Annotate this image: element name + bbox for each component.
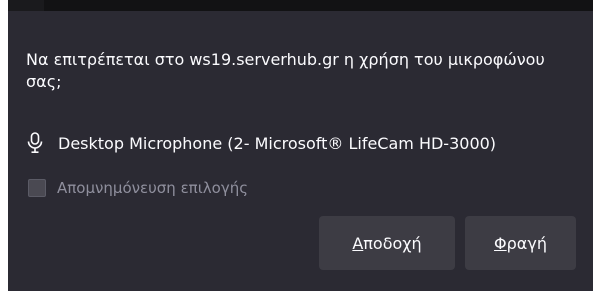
microphone-icon	[26, 132, 44, 154]
browser-toolbar-edge	[8, 0, 593, 11]
microphone-device-label: Desktop Microphone (2- Microsoft® LifeCa…	[58, 133, 497, 153]
allow-label-rest: ποδοχή	[363, 233, 422, 253]
block-label-rest: ραγή	[506, 233, 547, 253]
remember-decision-row[interactable]: Απομνημόνευση επιλογής	[28, 176, 248, 200]
toolbar-left-segment	[8, 0, 44, 11]
allow-button-label: Αποδοχή	[352, 234, 421, 253]
allow-access-key: Α	[352, 233, 364, 253]
permission-prompt-text: Να επιτρέπεται στο ws19.serverhub.gr η χ…	[26, 50, 545, 91]
block-button[interactable]: Φραγή	[465, 216, 576, 270]
microphone-device-row: Desktop Microphone (2- Microsoft® LifeCa…	[26, 131, 496, 155]
remember-decision-label[interactable]: Απομνημόνευση επιλογής	[57, 179, 248, 197]
allow-button[interactable]: Αποδοχή	[319, 216, 455, 270]
remember-decision-checkbox[interactable]	[28, 179, 46, 197]
block-button-label: Φραγή	[494, 234, 547, 253]
permission-popup: Να επιτρέπεται στο ws19.serverhub.gr η χ…	[8, 11, 593, 291]
block-access-key: Φ	[494, 233, 507, 253]
